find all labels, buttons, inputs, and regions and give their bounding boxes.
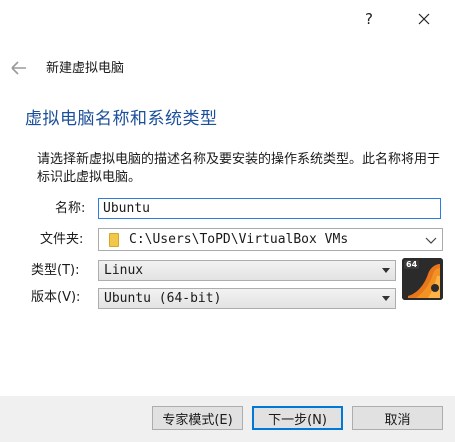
folder-icon <box>109 232 119 247</box>
folder-path-value: C:\Users\ToPD\VirtualBox VMs <box>129 232 349 247</box>
version-select[interactable]: Ubuntu (64-bit) <box>98 288 396 309</box>
os-bits-badge: 64 <box>404 260 420 269</box>
help-button[interactable]: ? <box>353 4 385 34</box>
type-select[interactable]: Linux <box>98 260 396 281</box>
dropdown-arrow-icon <box>382 296 390 301</box>
expert-mode-button[interactable]: 专家模式(E) <box>152 406 243 430</box>
type-label: 类型(T): <box>31 263 80 278</box>
close-button[interactable] <box>408 4 440 34</box>
folder-label: 文件夹: <box>40 232 84 247</box>
next-button[interactable]: 下一步(N) <box>252 406 343 430</box>
version-select-value: Ubuntu (64-bit) <box>104 291 222 306</box>
ubuntu-os-icon: 64 <box>402 258 443 300</box>
back-arrow-icon[interactable] <box>9 58 29 78</box>
name-input[interactable] <box>98 198 441 219</box>
chevron-down-icon[interactable] <box>424 233 438 247</box>
dropdown-arrow-icon <box>382 268 390 273</box>
close-icon <box>418 13 430 25</box>
folder-combobox[interactable]: C:\Users\ToPD\VirtualBox VMs <box>98 228 443 251</box>
cancel-button[interactable]: 取消 <box>352 406 443 430</box>
create-vm-dialog: ? 新建虚拟电脑 虚拟电脑名称和系统类型 请选择新虚拟电脑的描述名称及要安装的操… <box>0 0 455 442</box>
wizard-title: 新建虚拟电脑 <box>46 61 125 76</box>
version-label: 版本(V): <box>31 290 81 305</box>
page-heading: 虚拟电脑名称和系统类型 <box>25 109 218 129</box>
type-select-value: Linux <box>104 263 144 278</box>
name-label: 名称: <box>55 201 86 216</box>
page-description: 请选择新虚拟电脑的描述名称及要安装的操作系统类型。此名称将用于标识此虚拟电脑。 <box>37 152 441 185</box>
